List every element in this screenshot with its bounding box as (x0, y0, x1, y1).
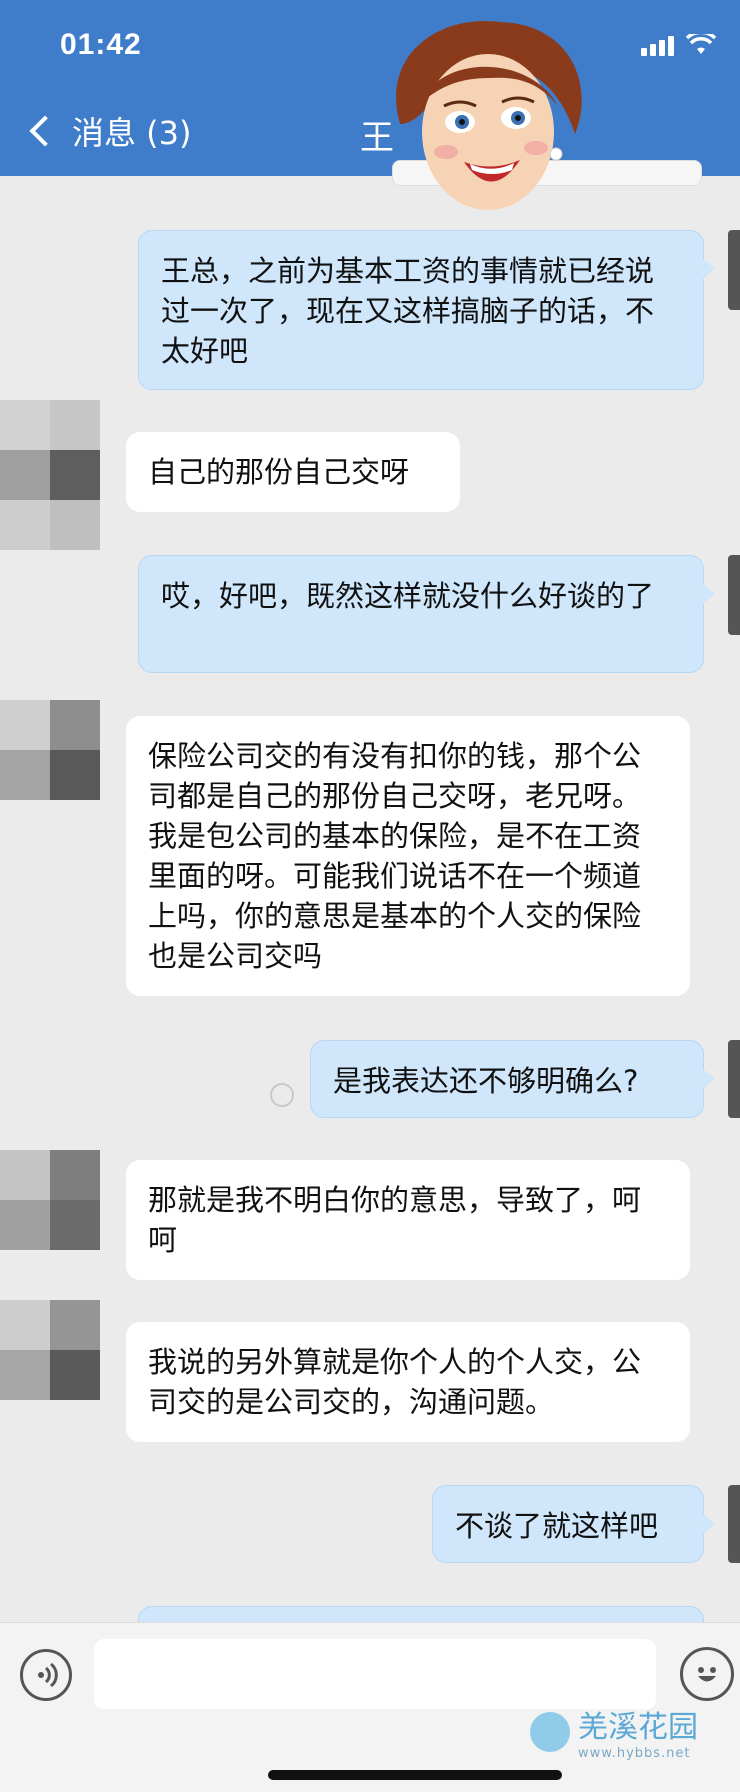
avatar[interactable] (0, 1150, 100, 1250)
own-avatar-edge (728, 1485, 740, 1563)
message-bubble-incoming[interactable]: 那就是我不明白你的意思，导致了，呵呵 (126, 1160, 690, 1280)
status-icons (641, 34, 716, 56)
message-bubble-outgoing[interactable]: 不谈了就这样吧 (432, 1485, 715, 1563)
smiley-icon (698, 1667, 716, 1682)
wifi-icon (686, 34, 716, 54)
own-avatar-edge (728, 555, 740, 635)
back-button[interactable]: 消息 (3) (26, 108, 192, 154)
message-bubble-incoming[interactable]: 保险公司交的有没有扣你的钱，那个公司都是自己的那份自己交呀，老兄呀。我是包公司的… (126, 716, 690, 996)
watermark-url: www.hybbs.net (578, 1746, 691, 1761)
own-avatar-edge (728, 230, 740, 310)
chevron-left-icon (29, 115, 61, 147)
site-watermark: 羌溪花园 www.hybbs.net (530, 1702, 698, 1761)
avatar[interactable] (0, 700, 100, 800)
chat-header: 01:42 消息 (3) 王 (0, 0, 740, 176)
watermark-logo-icon (530, 1711, 570, 1752)
message-bubble-incoming[interactable]: 我说的另外算就是你个人的个人交，公司交的是公司交的，沟通问题。 (126, 1322, 690, 1442)
signal-icon (641, 36, 674, 56)
home-indicator (268, 1770, 562, 1780)
message-bubble-incoming[interactable]: 自己的那份自己交呀 (126, 432, 460, 512)
watermark-name: 羌溪花园 (578, 1710, 698, 1745)
read-check-icon (270, 1083, 294, 1107)
own-avatar-edge (728, 1040, 740, 1118)
back-label: 消息 (3) (72, 114, 192, 152)
message-bubble-outgoing[interactable]: 哎，好吧，既然这样就没什么好谈的了 (138, 555, 715, 673)
cartoon-woman-sticker (396, 20, 582, 210)
voice-icon (38, 1662, 58, 1688)
avatar[interactable] (0, 400, 100, 550)
message-input[interactable] (94, 1639, 656, 1709)
status-time: 01:42 (60, 28, 142, 61)
message-bubble-outgoing[interactable]: 王总，之前为基本工资的事情就已经说过一次了，现在又这样搞脑子的话，不太好吧 (138, 230, 715, 390)
emoji-button[interactable] (680, 1647, 734, 1701)
avatar[interactable] (0, 1300, 100, 1400)
message-bubble-outgoing[interactable]: 是我表达还不够明确么? (310, 1040, 715, 1118)
voice-input-button[interactable] (20, 1649, 72, 1701)
